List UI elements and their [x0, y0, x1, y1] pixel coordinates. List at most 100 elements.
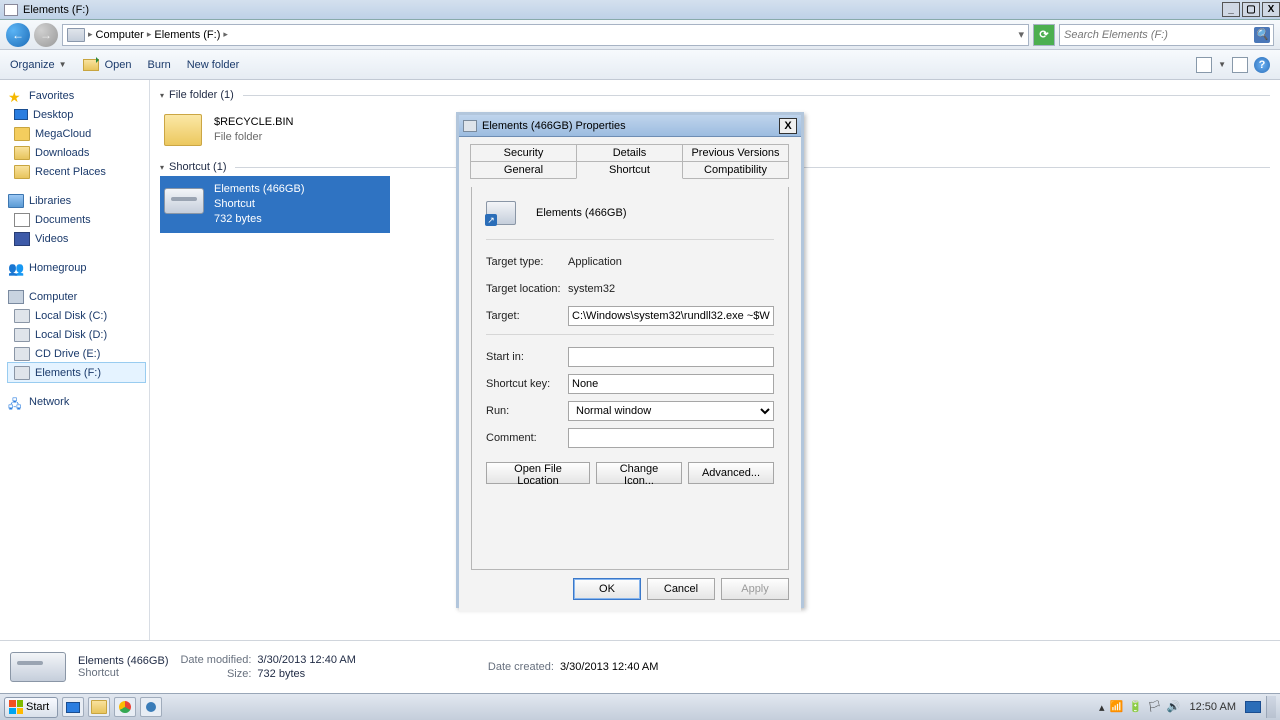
window-title: Elements (F:) [23, 4, 89, 16]
close-button[interactable]: X [1262, 2, 1280, 17]
taskbar-item-app[interactable] [140, 697, 162, 717]
tab-general[interactable]: General [470, 161, 577, 179]
maximize-button[interactable]: ▢ [1242, 2, 1260, 17]
view-options-button[interactable] [1196, 57, 1212, 73]
value-date-created: 3/30/2013 12:40 AM [560, 661, 658, 673]
star-icon: ★ [8, 89, 24, 103]
chevron-right-icon: ▸ [88, 29, 93, 40]
refresh-button[interactable]: ⟳ [1033, 24, 1055, 46]
breadcrumb[interactable]: ▸ Computer ▸ Elements (F:) ▸ ▾ [62, 24, 1029, 46]
cd-icon [14, 347, 30, 361]
open-button[interactable]: Open [83, 59, 132, 71]
ok-button[interactable]: OK [573, 578, 641, 600]
sidebar-item-cd-drive[interactable]: CD Drive (E:) [8, 344, 145, 363]
tab-security[interactable]: Security [470, 144, 577, 162]
homegroup-icon: 👥 [8, 261, 24, 275]
network-item[interactable]: 🖧Network [8, 392, 145, 411]
taskbar-item-chrome[interactable] [114, 697, 136, 717]
item-type: File folder [214, 130, 293, 145]
tab-previous-versions[interactable]: Previous Versions [682, 144, 789, 162]
change-icon-button[interactable]: Change Icon... [596, 462, 682, 484]
sidebar-item-documents[interactable]: Documents [8, 210, 145, 229]
chevron-down-icon[interactable]: ▼ [1218, 60, 1226, 69]
label-comment: Comment: [486, 432, 568, 444]
organize-menu[interactable]: Organize▼ [10, 59, 67, 71]
folder-icon [164, 114, 202, 146]
breadcrumb-segment[interactable]: Computer [96, 29, 144, 41]
sidebar-item-megacloud[interactable]: MegaCloud [8, 124, 145, 143]
disk-icon [14, 366, 30, 380]
label-target-location: Target location: [486, 283, 568, 295]
tray-volume-icon[interactable]: 🔊 [1167, 700, 1181, 714]
collapse-icon[interactable]: ▾ [160, 91, 164, 100]
tray-expand-icon[interactable]: ▴ [1099, 701, 1105, 714]
command-bar: Organize▼ Open Burn New folder ▼ ? [0, 50, 1280, 80]
help-icon[interactable]: ? [1254, 57, 1270, 73]
file-item-elements-shortcut[interactable]: Elements (466GB)Shortcut732 bytes [160, 176, 390, 233]
window-icon [4, 4, 18, 16]
taskbar-item-desktop[interactable] [62, 697, 84, 717]
show-desktop-button[interactable] [1266, 696, 1276, 718]
tray-icon[interactable]: 🔋 [1129, 700, 1143, 714]
sidebar-item-desktop[interactable]: Desktop [8, 105, 145, 124]
libraries-icon [8, 194, 24, 208]
video-icon [14, 232, 30, 246]
drive-icon [67, 28, 85, 42]
preview-pane-button[interactable] [1232, 57, 1248, 73]
details-pane: Elements (466GB) Shortcut Date modified:… [0, 640, 1280, 693]
start-button[interactable]: Start [4, 697, 58, 718]
computer-group[interactable]: Computer [8, 287, 145, 306]
file-item-recycle[interactable]: $RECYCLE.BINFile folder [160, 104, 390, 156]
tab-compatibility[interactable]: Compatibility [682, 161, 789, 179]
tray-icon[interactable]: 🏳 [1148, 700, 1162, 714]
start-in-input[interactable] [568, 347, 774, 367]
sidebar-item-downloads[interactable]: Downloads [8, 143, 145, 162]
tab-details[interactable]: Details [576, 144, 683, 162]
breadcrumb-dropdown-icon[interactable]: ▾ [1018, 28, 1024, 41]
open-file-location-button[interactable]: Open File Location [486, 462, 590, 484]
breadcrumb-segment[interactable]: Elements (F:) [154, 29, 220, 41]
tray-monitor-icon[interactable] [1245, 701, 1261, 713]
comment-input[interactable] [568, 428, 774, 448]
apply-button[interactable]: Apply [721, 578, 789, 600]
new-folder-button[interactable]: New folder [187, 59, 240, 71]
run-select[interactable]: Normal window [568, 401, 774, 421]
folder-icon [14, 146, 30, 160]
libraries-group[interactable]: Libraries [8, 191, 145, 210]
sidebar-item-recent[interactable]: Recent Places [8, 162, 145, 181]
shortcut-tab-panel: Elements (466GB) Target type:Application… [471, 187, 789, 570]
label-target: Target: [486, 310, 568, 322]
tray-icon[interactable]: 📶 [1110, 700, 1124, 714]
back-button[interactable]: ← [6, 23, 30, 47]
sidebar-item-videos[interactable]: Videos [8, 229, 145, 248]
shortcut-key-input[interactable] [568, 374, 774, 394]
folder-icon [14, 127, 30, 141]
forward-button[interactable]: → [34, 23, 58, 47]
label-date-created: Date created: [488, 661, 554, 673]
collapse-icon[interactable]: ▾ [160, 163, 164, 172]
app-icon [146, 702, 156, 712]
label-run: Run: [486, 405, 568, 417]
minimize-button[interactable]: _ [1222, 2, 1240, 17]
burn-button[interactable]: Burn [147, 59, 170, 71]
chevron-right-icon: ▸ [147, 29, 152, 40]
sidebar-item-drive-c[interactable]: Local Disk (C:) [8, 306, 145, 325]
homegroup-item[interactable]: 👥Homegroup [8, 258, 145, 277]
target-input[interactable] [568, 306, 774, 326]
search-input[interactable]: Search Elements (F:) 🔍 [1059, 24, 1274, 46]
group-header-file-folder[interactable]: ▾File folder (1) [160, 86, 1270, 104]
sidebar-item-elements-f[interactable]: Elements (F:) [8, 363, 145, 382]
tab-row-1: Security Details Previous Versions [471, 144, 789, 162]
tab-shortcut[interactable]: Shortcut [576, 161, 683, 179]
tray-clock[interactable]: 12:50 AM [1190, 701, 1236, 713]
cancel-button[interactable]: Cancel [647, 578, 715, 600]
chevron-right-icon: ▸ [223, 29, 228, 40]
taskbar: Start ▴ 📶 🔋 🏳 🔊 12:50 AM [0, 693, 1280, 720]
advanced-button[interactable]: Advanced... [688, 462, 774, 484]
dialog-close-button[interactable]: X [779, 118, 797, 134]
sidebar-item-drive-d[interactable]: Local Disk (D:) [8, 325, 145, 344]
search-icon[interactable]: 🔍 [1254, 27, 1270, 43]
favorites-group[interactable]: ★Favorites [8, 86, 145, 105]
dialog-titlebar[interactable]: Elements (466GB) Properties X [459, 115, 801, 137]
taskbar-item-explorer[interactable] [88, 697, 110, 717]
